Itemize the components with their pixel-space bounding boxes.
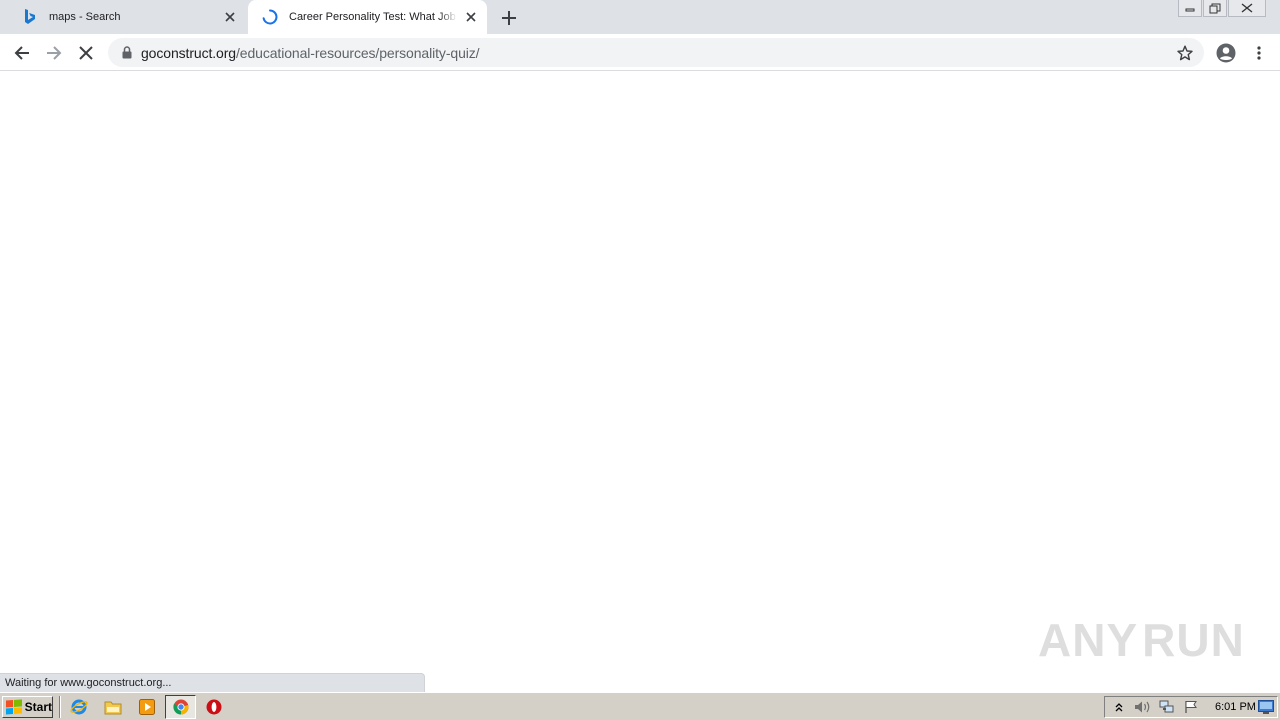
chrome-icon[interactable] (165, 695, 196, 719)
tab-title: Career Personality Test: What Job S (289, 11, 457, 23)
tab-title: maps - Search (49, 11, 216, 23)
arrow-left-icon (14, 46, 29, 60)
restore-button[interactable] (1203, 0, 1227, 17)
tab-career-personality-test[interactable]: Career Personality Test: What Job S (248, 0, 487, 34)
watermark-text-left: ANY (1038, 614, 1139, 666)
restore-icon (1209, 3, 1221, 13)
close-tab-icon[interactable] (222, 9, 238, 25)
bing-icon (22, 9, 38, 25)
address-bar[interactable]: goconstruct.org/educational-resources/pe… (108, 38, 1204, 67)
url-host: goconstruct.org (141, 44, 236, 61)
up-arrow-icon[interactable] (1109, 698, 1129, 716)
new-tab-button[interactable] (499, 8, 519, 28)
window-controls (1177, 0, 1266, 18)
opera-icon[interactable] (205, 698, 223, 716)
stop-x-icon (79, 46, 93, 60)
browser-window: maps - Search Career Personality Test: W… (0, 0, 1280, 720)
start-label: Start (24, 700, 52, 714)
browser-menu-button[interactable] (1246, 40, 1272, 66)
network-icon[interactable] (1157, 698, 1177, 716)
page-content (0, 72, 1280, 692)
status-bubble: Waiting for www.goconstruct.org... (0, 673, 425, 692)
browser-toolbar: goconstruct.org/educational-resources/pe… (0, 34, 1280, 71)
close-window-button[interactable] (1228, 0, 1266, 17)
url-text: goconstruct.org/educational-resources/pe… (141, 44, 480, 61)
minimize-button[interactable] (1178, 0, 1202, 17)
taskbar-separator (59, 696, 61, 718)
internet-explorer-icon[interactable] (70, 698, 88, 716)
tab-maps-search[interactable]: maps - Search (8, 0, 246, 34)
star-icon[interactable] (1176, 44, 1194, 62)
taskbar: Start 6:01 PM (0, 692, 1280, 720)
url-path: /educational-resources/personality-quiz/ (236, 44, 480, 61)
stop-loading-button[interactable] (73, 40, 99, 66)
tab-strip: maps - Search Career Personality Test: W… (0, 0, 1280, 34)
loading-spinner-icon (262, 9, 278, 25)
plus-icon (502, 11, 516, 25)
clock[interactable]: 6:01 PM (1215, 701, 1256, 713)
media-player-icon[interactable] (138, 698, 156, 716)
close-tab-icon[interactable] (463, 9, 479, 25)
back-button[interactable] (9, 40, 35, 66)
minimize-icon (1185, 8, 1195, 12)
flag-icon[interactable] (1181, 698, 1201, 716)
folder-icon[interactable] (104, 698, 122, 716)
watermark-text-right: RUN (1142, 614, 1245, 666)
speaker-icon[interactable] (1133, 698, 1153, 716)
kebab-menu-icon (1257, 46, 1261, 60)
arrow-right-icon (47, 46, 62, 60)
close-icon (1241, 3, 1253, 13)
system-tray: 6:01 PM (1104, 696, 1278, 718)
lock-icon[interactable] (120, 46, 134, 59)
profile-button[interactable] (1213, 40, 1239, 66)
account-circle-icon (1216, 43, 1236, 63)
show-desktop-icon[interactable] (1258, 700, 1274, 714)
start-button[interactable]: Start (2, 696, 53, 718)
forward-button[interactable] (41, 40, 67, 66)
anyrun-watermark: ANY RUN (1038, 607, 1244, 673)
windows-logo-icon (6, 699, 22, 715)
